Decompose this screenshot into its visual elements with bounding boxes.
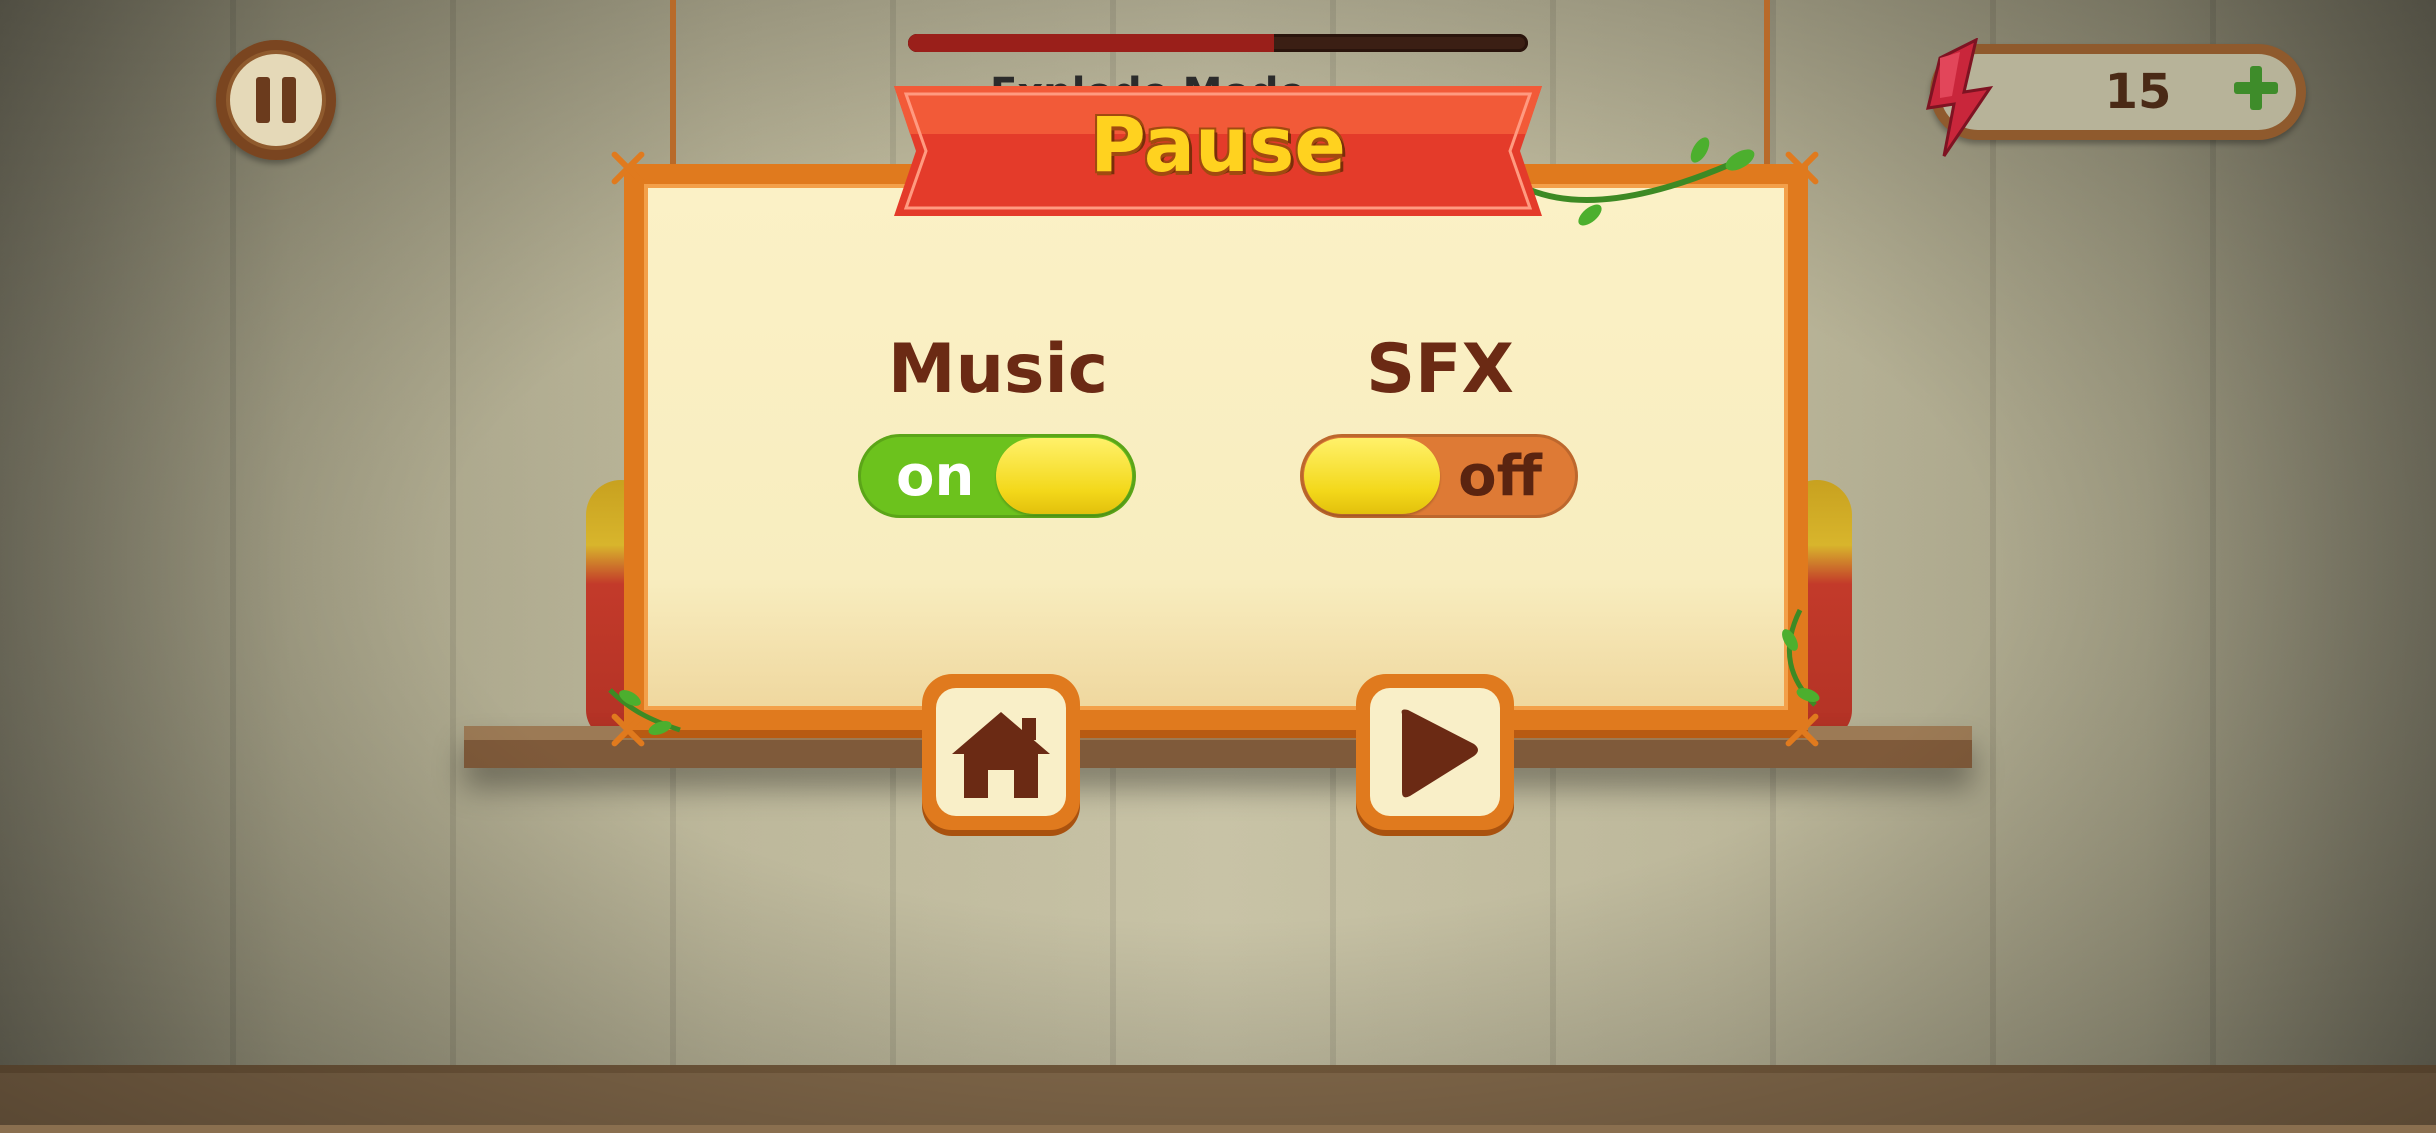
floor <box>0 1065 2436 1133</box>
pause-icon <box>230 54 322 146</box>
level-progress-bar <box>908 34 1528 52</box>
rope-left-outer <box>670 0 676 190</box>
sfx-label: SFX <box>1366 330 1514 409</box>
wall-plank <box>2210 0 2216 1065</box>
vine-decoration-bottom-right <box>1782 608 1820 707</box>
red-lightning-gem-icon <box>1926 38 1994 157</box>
music-toggle-state: on <box>896 444 975 509</box>
pause-button[interactable] <box>216 40 336 160</box>
sfx-toggle-state: off <box>1458 444 1542 509</box>
play-icon <box>1401 709 1478 798</box>
level-progress-fill <box>908 34 1274 52</box>
wall-plank <box>1990 0 1996 1065</box>
frame-corner <box>1784 150 1820 186</box>
wall-plank <box>230 0 236 1065</box>
home-icon <box>952 712 1050 798</box>
frame-corner <box>610 150 646 186</box>
music-toggle-knob <box>996 438 1132 514</box>
dialog-title: Pause <box>1090 100 1346 189</box>
sfx-toggle[interactable]: off <box>1300 434 1578 518</box>
vine-decoration-top-right <box>1528 137 1755 226</box>
play-button[interactable] <box>1356 674 1514 830</box>
home-button[interactable] <box>922 674 1080 830</box>
music-toggle[interactable]: on <box>858 434 1136 518</box>
vine-decoration-bottom-left <box>608 688 681 735</box>
music-label: Music <box>887 330 1109 409</box>
wall-plank <box>450 0 456 1065</box>
pause-dialog <box>624 164 1808 730</box>
sfx-toggle-knob <box>1304 438 1440 514</box>
plus-icon[interactable] <box>2234 66 2278 110</box>
